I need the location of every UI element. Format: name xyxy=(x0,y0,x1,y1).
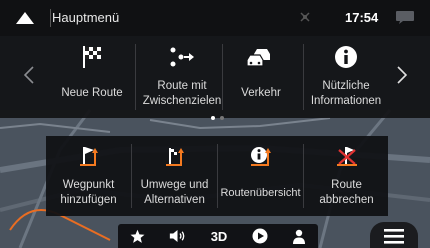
route-item-label: Routenübersicht xyxy=(220,187,301,199)
info-icon xyxy=(335,46,357,68)
main-menu-button[interactable] xyxy=(370,222,418,248)
route-item-label: Umwege und Alternativen xyxy=(140,179,209,206)
play-button[interactable] xyxy=(249,224,271,248)
page-title: Hauptmenü xyxy=(52,10,120,25)
detour-flag-icon xyxy=(165,148,184,166)
route-item-detours[interactable]: Umwege und Alternativen xyxy=(132,136,217,216)
play-icon xyxy=(252,228,268,244)
menu-item-new-route[interactable]: Neue Route xyxy=(51,36,133,118)
route-item-label: Wegpunkt hinzufügen xyxy=(60,179,117,206)
menu-item-label: Verkehr xyxy=(241,87,281,99)
route-item-overview[interactable]: Routenübersicht xyxy=(218,136,303,216)
hamburger-menu-icon xyxy=(384,228,404,244)
view-mode-label: 3D xyxy=(210,228,228,244)
menu-item-label: Route mit Zwischenzielen xyxy=(142,80,222,107)
person-icon xyxy=(293,229,305,244)
back-button[interactable] xyxy=(0,0,50,36)
menu-item-traffic[interactable]: Verkehr xyxy=(220,36,302,118)
menu-divider xyxy=(303,44,304,110)
route-info-icon xyxy=(250,147,271,166)
star-icon xyxy=(130,229,144,243)
menu-item-label: Nützliche Informationen xyxy=(310,80,382,107)
volume-button[interactable] xyxy=(166,224,188,248)
cancel-route-icon xyxy=(336,147,357,166)
route-item-add-waypoint[interactable]: Wegpunkt hinzufügen xyxy=(46,136,131,216)
message-icon[interactable] xyxy=(395,10,415,25)
up-arrow-icon xyxy=(16,12,34,24)
gps-off-icon xyxy=(300,12,310,22)
page-indicator-active xyxy=(211,116,215,120)
waypoints-icon xyxy=(170,47,194,67)
volume-icon xyxy=(169,230,184,242)
favorites-button[interactable] xyxy=(126,224,148,248)
chevron-right-icon[interactable] xyxy=(397,66,407,84)
user-button[interactable] xyxy=(288,224,310,248)
route-item-cancel[interactable]: Route abbrechen xyxy=(304,136,389,216)
title-divider xyxy=(50,9,51,27)
traffic-cars-icon xyxy=(247,49,270,67)
menu-item-route-with-waypoints[interactable]: Route mit Zwischenzielen xyxy=(141,36,223,118)
add-waypoint-flag-icon xyxy=(79,147,98,166)
page-indicator xyxy=(220,116,224,120)
view-mode-button[interactable]: 3D xyxy=(205,224,233,248)
route-item-label: Route abbrechen xyxy=(319,179,374,206)
clock: 17:54 xyxy=(345,10,379,25)
checkered-flag-icon xyxy=(83,46,101,68)
menu-item-label: Neue Route xyxy=(61,87,123,99)
menu-item-useful-info[interactable]: Nützliche Informationen xyxy=(305,36,387,118)
chevron-left-icon[interactable] xyxy=(24,66,34,84)
menu-divider xyxy=(135,44,136,110)
